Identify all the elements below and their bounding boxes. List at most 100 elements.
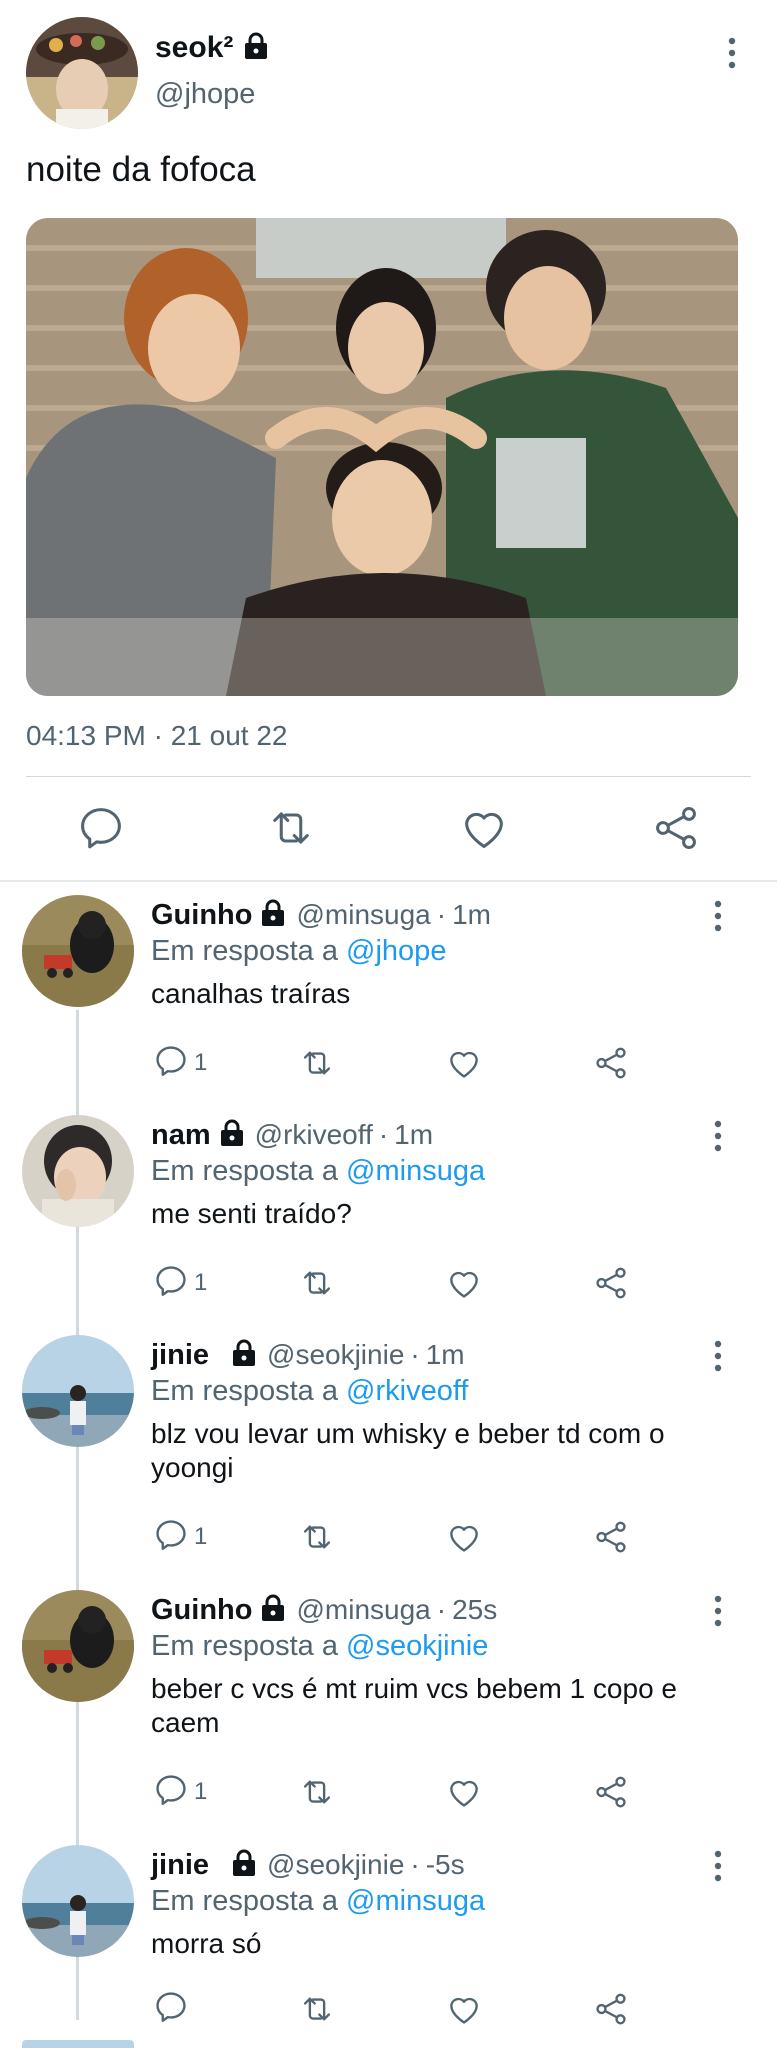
avatar — [22, 2040, 134, 2048]
retweet-icon[interactable] — [265, 802, 317, 854]
reply-button[interactable] — [152, 1987, 194, 2031]
display-name[interactable]: Guinho — [151, 899, 252, 932]
handle[interactable]: @jhope — [155, 78, 255, 111]
mention-link[interactable]: @minsuga — [346, 1885, 485, 1917]
separator: · — [378, 1119, 389, 1150]
reply-text: blz vou levar um whisky e beber td com o… — [151, 1418, 665, 1483]
reply-actions: 1 — [0, 1770, 777, 1814]
avatar[interactable] — [22, 1845, 134, 1957]
reply-icon — [152, 1771, 190, 1814]
tweet-actions — [0, 790, 777, 870]
replying-to: Em resposta a @rkiveoff — [151, 1375, 468, 1408]
reply-tweet[interactable]: jinie @seokjinie · 1m Em resposta a @rki… — [0, 1335, 777, 1570]
share-icon[interactable] — [592, 1987, 630, 2031]
display-name[interactable]: Guinho — [151, 1594, 252, 1627]
like-icon[interactable] — [445, 1770, 483, 1814]
timestamp[interactable]: 1m — [426, 1339, 465, 1371]
display-name[interactable]: jinie — [151, 1339, 209, 1372]
replying-prefix: Em resposta a — [151, 1375, 338, 1407]
separator: · — [410, 1849, 420, 1880]
avatar[interactable] — [22, 895, 134, 1007]
lock-icon — [243, 32, 269, 65]
reply-icon — [152, 1988, 190, 2031]
separator: · — [436, 1594, 447, 1625]
section-divider — [0, 880, 777, 882]
handle[interactable]: @rkiveoff — [255, 1119, 373, 1151]
reply-button[interactable]: 1 — [152, 1515, 207, 1559]
reply-button[interactable]: 1 — [152, 1261, 207, 1305]
tweet-timestamp[interactable]: 04:13 PM · 21 out 22 — [26, 720, 288, 752]
mention-link[interactable]: @minsuga — [346, 1155, 485, 1187]
replying-prefix: Em resposta a — [151, 1155, 338, 1187]
mention-link[interactable]: @rkiveoff — [346, 1375, 468, 1407]
share-icon[interactable] — [592, 1041, 630, 1085]
handle[interactable]: @minsuga — [296, 899, 430, 931]
reply-button[interactable]: 1 — [152, 1770, 207, 1814]
replying-prefix: Em resposta a — [151, 1630, 338, 1662]
reply-button[interactable]: 1 — [152, 1041, 207, 1085]
more-options-icon[interactable] — [706, 1594, 730, 1628]
timestamp[interactable]: 1m — [394, 1119, 433, 1151]
avatar[interactable] — [22, 1115, 134, 1227]
retweet-icon[interactable] — [298, 1261, 336, 1305]
display-name[interactable]: nam — [151, 1119, 211, 1152]
reply-text: me senti traído? — [151, 1198, 352, 1229]
reply-actions: 1 — [0, 1261, 777, 1305]
like-icon[interactable] — [445, 1987, 483, 2031]
share-icon[interactable] — [650, 802, 702, 854]
avatar[interactable] — [26, 17, 138, 129]
handle[interactable]: @minsuga — [296, 1594, 430, 1626]
timestamp[interactable]: -5s — [426, 1849, 465, 1881]
reply-tweet[interactable]: Guinho @minsuga · 25s Em resposta a @seo… — [0, 1590, 777, 1825]
share-icon[interactable] — [592, 1770, 630, 1814]
divider — [26, 776, 751, 777]
reply-actions: 1 — [0, 1041, 777, 1085]
mention-link[interactable]: @seokjinie — [346, 1630, 488, 1662]
like-icon[interactable] — [445, 1041, 483, 1085]
tweet-photo[interactable] — [26, 218, 738, 696]
retweet-icon[interactable] — [298, 1770, 336, 1814]
reply-icon — [152, 1262, 190, 1305]
main-tweet: seok² @jhope noite da fofoca 04:13 PM · … — [0, 0, 777, 882]
reply-count: 1 — [194, 1778, 208, 1805]
timestamp[interactable]: 25s — [452, 1594, 497, 1626]
reply-actions: 1 — [0, 1515, 777, 1559]
more-options-icon[interactable] — [706, 1849, 730, 1883]
reply-count: 1 — [194, 1523, 208, 1550]
timestamp[interactable]: 1m — [452, 899, 491, 931]
reply-icon[interactable] — [75, 802, 127, 854]
reply-tweet[interactable]: nam @rkiveoff · 1m Em resposta a @minsug… — [0, 1115, 777, 1315]
reply-text: canalhas traíras — [151, 978, 351, 1009]
lock-icon — [219, 1119, 245, 1152]
more-options-icon[interactable] — [706, 1339, 730, 1373]
lock-icon — [231, 1849, 257, 1882]
reply-text: beber c vcs é mt ruim vcs bebem 1 copo e… — [151, 1673, 677, 1738]
mention-link[interactable]: @jhope — [346, 935, 446, 967]
replying-to: Em resposta a @minsuga — [151, 1885, 485, 1918]
avatar[interactable] — [22, 1335, 134, 1447]
reply-count: 1 — [194, 1049, 208, 1076]
share-icon[interactable] — [592, 1261, 630, 1305]
retweet-icon[interactable] — [298, 1041, 336, 1085]
reply-tweet[interactable]: Guinho @minsuga · 1m Em resposta a @jhop… — [0, 895, 777, 1095]
like-icon[interactable] — [445, 1261, 483, 1305]
avatar[interactable] — [22, 1590, 134, 1702]
display-name[interactable]: seok² — [155, 31, 233, 65]
more-options-icon[interactable] — [706, 1119, 730, 1153]
replying-to: Em resposta a @seokjinie — [151, 1630, 488, 1663]
separator: · — [410, 1339, 420, 1370]
handle[interactable]: @seokjinie — [267, 1849, 404, 1881]
retweet-icon[interactable] — [298, 1515, 336, 1559]
tweet-text: noite da fofoca — [26, 150, 256, 189]
lock-icon — [231, 1339, 257, 1372]
replying-to: Em resposta a @jhope — [151, 935, 446, 968]
display-name[interactable]: jinie — [151, 1849, 209, 1882]
like-icon[interactable] — [445, 1515, 483, 1559]
more-options-icon[interactable] — [706, 899, 730, 933]
handle[interactable]: @seokjinie — [267, 1339, 404, 1371]
like-icon[interactable] — [458, 802, 510, 854]
reply-tweet[interactable]: jinie @seokjinie · -5s Em resposta a @mi… — [0, 1845, 777, 2048]
share-icon[interactable] — [592, 1515, 630, 1559]
more-options-icon[interactable] — [720, 36, 744, 70]
retweet-icon[interactable] — [298, 1987, 336, 2031]
